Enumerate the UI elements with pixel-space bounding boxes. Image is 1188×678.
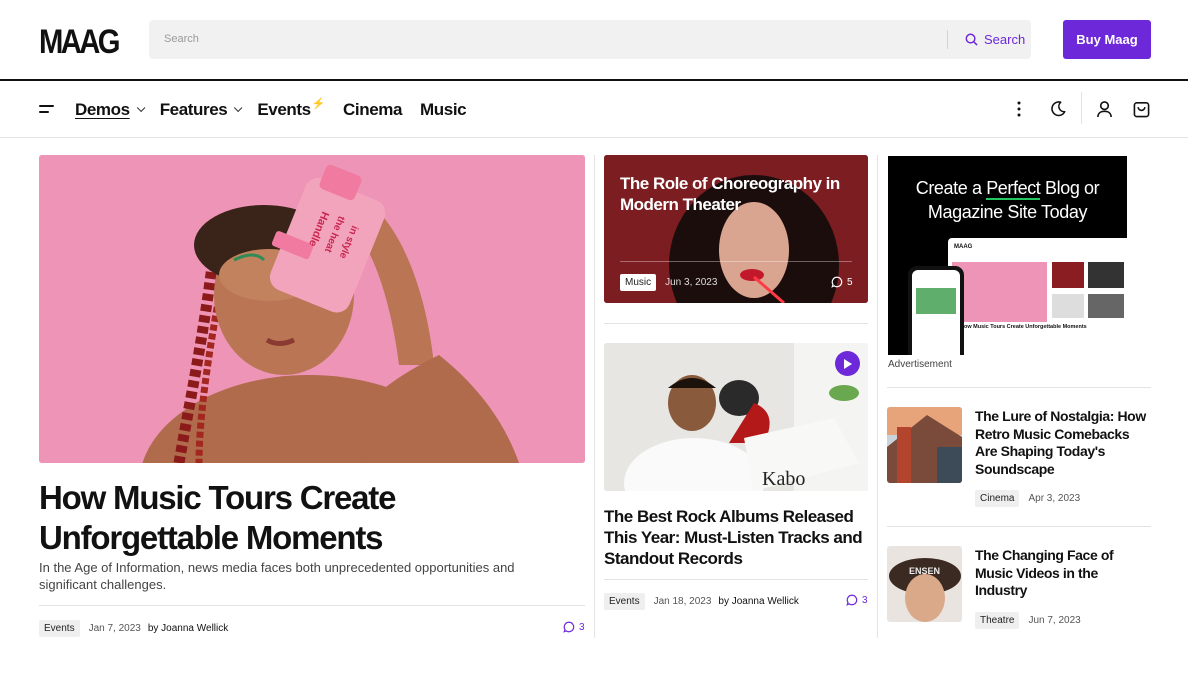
post-date: Apr 3, 2023 bbox=[1028, 493, 1081, 504]
nav-item-music[interactable]: Music bbox=[420, 100, 467, 120]
play-button[interactable] bbox=[835, 351, 860, 376]
mock-logo: MAAG bbox=[954, 244, 973, 250]
cap-text: ENSEN bbox=[909, 566, 940, 576]
lightning-icon: ⚡ bbox=[311, 97, 326, 110]
comment-icon bbox=[831, 276, 843, 288]
category-tag[interactable]: Events bbox=[39, 620, 80, 637]
sidebar-article-title[interactable]: The Changing Face of Music Videos in the… bbox=[975, 547, 1151, 600]
thumbnail-photo bbox=[887, 407, 962, 483]
chevron-down-icon bbox=[136, 103, 146, 113]
play-icon bbox=[844, 358, 852, 369]
category-tag[interactable]: Cinema bbox=[975, 490, 1020, 507]
mock-title: How Music Tours Create Unforgettable Mom… bbox=[960, 324, 1087, 330]
search-button-label: Search bbox=[984, 32, 1026, 47]
thumbnail-photo: ENSEN bbox=[887, 546, 962, 622]
comment-count[interactable]: 5 bbox=[831, 276, 853, 288]
comment-icon bbox=[563, 621, 575, 633]
nav-actions-divider bbox=[1081, 92, 1082, 124]
featured-card-choreography[interactable]: The Role of Choreography in Modern Theat… bbox=[604, 155, 868, 303]
ad-headline: Create a Perfect Blog or Magazine Site T… bbox=[915, 178, 1100, 222]
middle-divider bbox=[604, 323, 868, 324]
article-divider bbox=[604, 579, 868, 580]
comment-count[interactable]: 3 bbox=[563, 621, 585, 633]
category-tag[interactable]: Theatre bbox=[975, 612, 1020, 629]
card-divider bbox=[620, 261, 852, 262]
article-meta: Events Jan 18, 2023 by Joanna Wellick bbox=[604, 593, 799, 610]
sidebar-thumbnail[interactable]: ENSEN bbox=[887, 546, 962, 622]
card-title[interactable]: The Role of Choreography in Modern Theat… bbox=[620, 173, 852, 215]
comment-count[interactable]: 3 bbox=[846, 594, 868, 606]
advertisement-banner[interactable]: Create a Perfect Blog or Magazine Site T… bbox=[888, 156, 1127, 355]
sidebar-article-title[interactable]: The Lure of Nostalgia: How Retro Music C… bbox=[975, 408, 1151, 478]
menu-icon[interactable] bbox=[39, 105, 56, 115]
sidebar-thumbnail[interactable] bbox=[887, 407, 962, 483]
post-date: Jan 18, 2023 bbox=[653, 596, 712, 607]
sidebar-divider bbox=[887, 387, 1151, 388]
advertisement-label: Advertisement bbox=[888, 359, 952, 370]
sidebar-article-meta: Cinema Apr 3, 2023 bbox=[975, 490, 1080, 507]
hero-excerpt: In the Age of Information, news media fa… bbox=[39, 560, 515, 592]
hero-meta: Events Jan 7, 2023 by Joanna Wellick bbox=[39, 620, 228, 637]
nav-divider bbox=[0, 137, 1188, 138]
ad-mockup: MAAG How Music Tours Create Unforgettabl… bbox=[908, 238, 1127, 355]
search-button[interactable]: Search bbox=[955, 20, 1035, 59]
card-photo: Kabo bbox=[604, 343, 868, 491]
hero-image[interactable]: Handle the heat in style bbox=[39, 155, 585, 463]
sidebar-divider bbox=[887, 526, 1151, 527]
post-date: Jun 7, 2023 bbox=[1028, 615, 1081, 626]
nav-item-demos[interactable]: Demos bbox=[75, 100, 146, 120]
buy-maag-button[interactable]: Buy Maag bbox=[1063, 20, 1151, 59]
logo-text: MAAG bbox=[39, 22, 119, 58]
chevron-down-icon bbox=[234, 103, 243, 113]
shopping-bag-icon[interactable] bbox=[1133, 100, 1150, 118]
user-icon[interactable] bbox=[1096, 100, 1113, 118]
post-author[interactable]: by Joanna Wellick bbox=[718, 596, 798, 607]
hero-title[interactable]: How Music Tours Create Unforgettable Mom… bbox=[39, 478, 559, 558]
nav-item-cinema[interactable]: Cinema bbox=[343, 100, 402, 120]
nav-item-features[interactable]: Features bbox=[160, 100, 243, 120]
post-date: Jan 7, 2023 bbox=[88, 623, 141, 634]
search-input[interactable]: Search bbox=[164, 33, 199, 45]
article-title[interactable]: The Best Rock Albums Released This Year:… bbox=[604, 506, 864, 569]
box-label: Kabo bbox=[762, 468, 805, 490]
maag-logo[interactable]: MAAG bbox=[39, 22, 119, 58]
comment-icon bbox=[846, 594, 858, 606]
category-tag[interactable]: Music bbox=[620, 274, 657, 291]
post-date: Jun 3, 2023 bbox=[665, 277, 718, 288]
main-nav: Demos Features Events ⚡ Cinema Music bbox=[39, 96, 484, 124]
search-bar[interactable]: Search Search bbox=[149, 20, 1031, 59]
nav-item-events[interactable]: Events ⚡ bbox=[257, 97, 326, 120]
hero-photo: Handle the heat in style bbox=[39, 155, 585, 463]
more-vertical-icon[interactable] bbox=[1016, 100, 1022, 118]
column-divider bbox=[594, 155, 595, 638]
card-meta: Music Jun 3, 2023 bbox=[620, 274, 717, 291]
search-divider bbox=[947, 30, 948, 49]
search-icon bbox=[965, 33, 978, 46]
post-author[interactable]: by Joanna Wellick bbox=[148, 623, 228, 634]
hero-divider bbox=[39, 605, 585, 606]
sidebar-article-meta: Theatre Jun 7, 2023 bbox=[975, 612, 1081, 629]
category-tag[interactable]: Events bbox=[604, 593, 645, 610]
video-card-image[interactable]: Kabo bbox=[604, 343, 868, 491]
header-divider bbox=[0, 79, 1188, 81]
moon-icon[interactable] bbox=[1049, 100, 1067, 118]
column-divider bbox=[877, 155, 878, 638]
